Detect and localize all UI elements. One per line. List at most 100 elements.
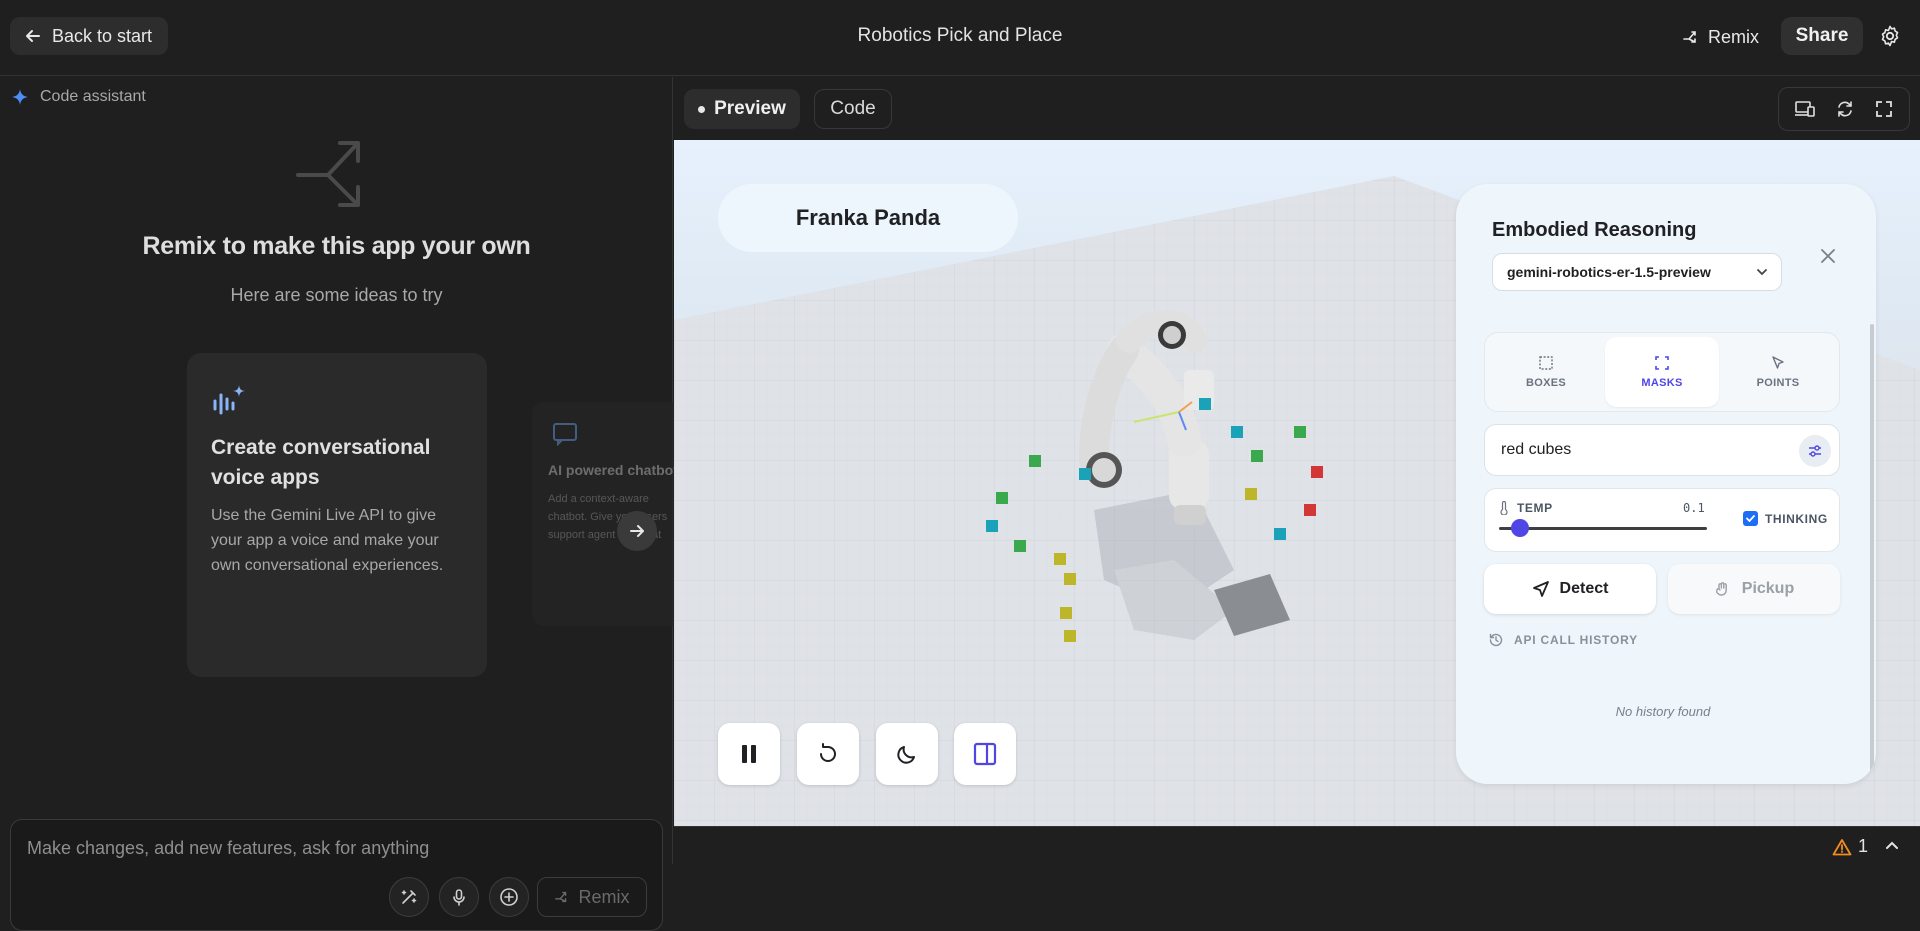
temp-slider-handle[interactable]: [1510, 519, 1529, 537]
mode-masks[interactable]: MASKS: [1605, 337, 1719, 407]
query-input[interactable]: red cubes: [1484, 424, 1840, 476]
masks-icon: [1655, 356, 1669, 370]
cube-red: [1304, 504, 1316, 516]
warning-count: 1: [1858, 836, 1869, 856]
warning-indicator[interactable]: 1: [1832, 836, 1868, 857]
arrow-left-icon: [26, 30, 40, 42]
mode-masks-label: MASKS: [1641, 377, 1683, 389]
idea-card-description: Add a context-aware chatbot. Give your u…: [548, 493, 668, 541]
chevron-down-icon: [1757, 269, 1767, 276]
cube-cyan: [1079, 468, 1091, 480]
add-attachment-button[interactable]: [489, 877, 529, 917]
plus-circle-icon: [500, 888, 518, 906]
next-idea-button[interactable]: [617, 511, 657, 551]
temp-slider[interactable]: [1499, 519, 1707, 537]
tab-code[interactable]: Code: [814, 89, 892, 129]
dark-mode-button[interactable]: [876, 723, 938, 785]
detect-label: Detect: [1559, 580, 1609, 597]
microphone-button[interactable]: [439, 877, 479, 917]
chevron-up-icon[interactable]: [1884, 838, 1900, 854]
points-icon: [1772, 356, 1784, 369]
pause-button[interactable]: [718, 723, 780, 785]
pause-icon: [742, 745, 756, 763]
temp-value: 0.1: [1683, 501, 1705, 515]
cube-yellow: [1064, 630, 1076, 642]
code-assistant-header: Code assistant: [12, 88, 146, 106]
remix-heading: Remix to make this app your own: [142, 232, 531, 260]
panel-title: Embodied Reasoning: [1492, 219, 1697, 241]
idea-card-title: AI powered chatbot: [548, 462, 678, 478]
temp-label-group: TEMP: [1499, 501, 1553, 515]
send-icon: [1532, 581, 1549, 597]
prompt-placeholder: Make changes, add new features, ask for …: [27, 838, 430, 858]
sliders-icon: [1809, 445, 1821, 457]
thinking-checkbox[interactable]: [1743, 511, 1758, 526]
remix-icon: [1683, 31, 1696, 43]
temperature-control: TEMP 0.1 THINKING: [1484, 488, 1840, 552]
cube-yellow: [1054, 553, 1066, 565]
cube-cyan: [986, 520, 998, 532]
thinking-label: THINKING: [1765, 511, 1828, 526]
mode-boxes-label: BOXES: [1525, 377, 1566, 389]
back-to-start-button[interactable]: Back to start: [10, 17, 169, 55]
viewport-controls: [1778, 87, 1910, 131]
hand-icon: [1715, 582, 1727, 596]
embodied-reasoning-panel: Embodied Reasoning gemini-robotics-er-1.…: [1456, 184, 1876, 784]
model-select-value: gemini-robotics-er-1.5-preview: [1507, 264, 1711, 280]
thinking-toggle[interactable]: THINKING: [1743, 511, 1828, 526]
magic-wand-icon: [401, 890, 417, 904]
chat-icon: [553, 423, 577, 446]
boxes-icon: [1539, 356, 1553, 370]
mode-boxes[interactable]: BOXES: [1489, 337, 1603, 407]
panel-scrollbar[interactable]: [1870, 324, 1874, 774]
robot-name-badge: Franka Panda: [718, 184, 1018, 252]
mode-selector: BOXES MASKS POINTS: [1484, 332, 1840, 412]
gear-icon[interactable]: [1878, 24, 1902, 48]
app-preview-viewport[interactable]: Franka Panda Embodied Reasoning gemini-r…: [674, 140, 1920, 826]
detect-button[interactable]: Detect: [1484, 564, 1656, 614]
cube-green: [1251, 450, 1263, 462]
api-history-header: API CALL HISTORY: [1488, 632, 1638, 648]
cube-yellow: [1060, 607, 1072, 619]
cube-cyan: [1199, 398, 1211, 410]
pickup-label: Pickup: [1741, 580, 1795, 597]
remix-submit-button[interactable]: Remix: [537, 877, 647, 917]
toggle-panel-button[interactable]: [954, 723, 1016, 785]
reset-button[interactable]: [797, 723, 859, 785]
device-icon[interactable]: [1794, 99, 1816, 119]
history-icon: [1489, 633, 1503, 647]
prompt-input[interactable]: Make changes, add new features, ask for …: [10, 819, 663, 931]
query-settings-button[interactable]: [1799, 435, 1831, 467]
remix-button[interactable]: Remix: [1682, 20, 1759, 54]
remix-icon: [555, 891, 567, 903]
refresh-icon[interactable]: [1835, 99, 1855, 119]
fullscreen-icon[interactable]: [1874, 99, 1894, 119]
cube-red: [1311, 466, 1323, 478]
code-assistant-panel: Code assistant Remix to make this app yo…: [0, 77, 692, 931]
mode-points[interactable]: POINTS: [1721, 337, 1835, 407]
share-button[interactable]: Share: [1781, 17, 1863, 55]
idea-card-chatbot[interactable]: AI powered chatbot Add a context-aware c…: [532, 402, 692, 626]
active-dot: [698, 105, 706, 113]
moon-icon: [897, 746, 915, 764]
cube-cyan: [1274, 528, 1286, 540]
cube-cyan: [1231, 426, 1243, 438]
idea-card-voice[interactable]: Create conversational voice apps Use the…: [187, 353, 487, 677]
check-icon: [1746, 515, 1755, 523]
model-select[interactable]: gemini-robotics-er-1.5-preview: [1492, 253, 1782, 291]
warning-icon: [1832, 838, 1852, 855]
status-bar: 1: [674, 826, 1920, 864]
reset-icon: [820, 743, 836, 762]
no-history-message: No history found: [1615, 704, 1711, 719]
cube-yellow: [1245, 488, 1257, 500]
close-icon[interactable]: [1816, 244, 1840, 268]
magic-edit-button[interactable]: [389, 877, 429, 917]
idea-card-description: Use the Gemini Live API to give your app…: [211, 507, 444, 574]
sparkle-icon: [12, 89, 28, 105]
temp-label: TEMP: [1517, 501, 1553, 515]
query-value: red cubes: [1501, 441, 1572, 458]
pickup-button[interactable]: Pickup: [1668, 564, 1840, 614]
code-assistant-label: Code assistant: [40, 88, 146, 105]
tab-preview[interactable]: Preview: [684, 89, 800, 129]
preview-tabs-bar: Preview Code: [674, 77, 1920, 140]
